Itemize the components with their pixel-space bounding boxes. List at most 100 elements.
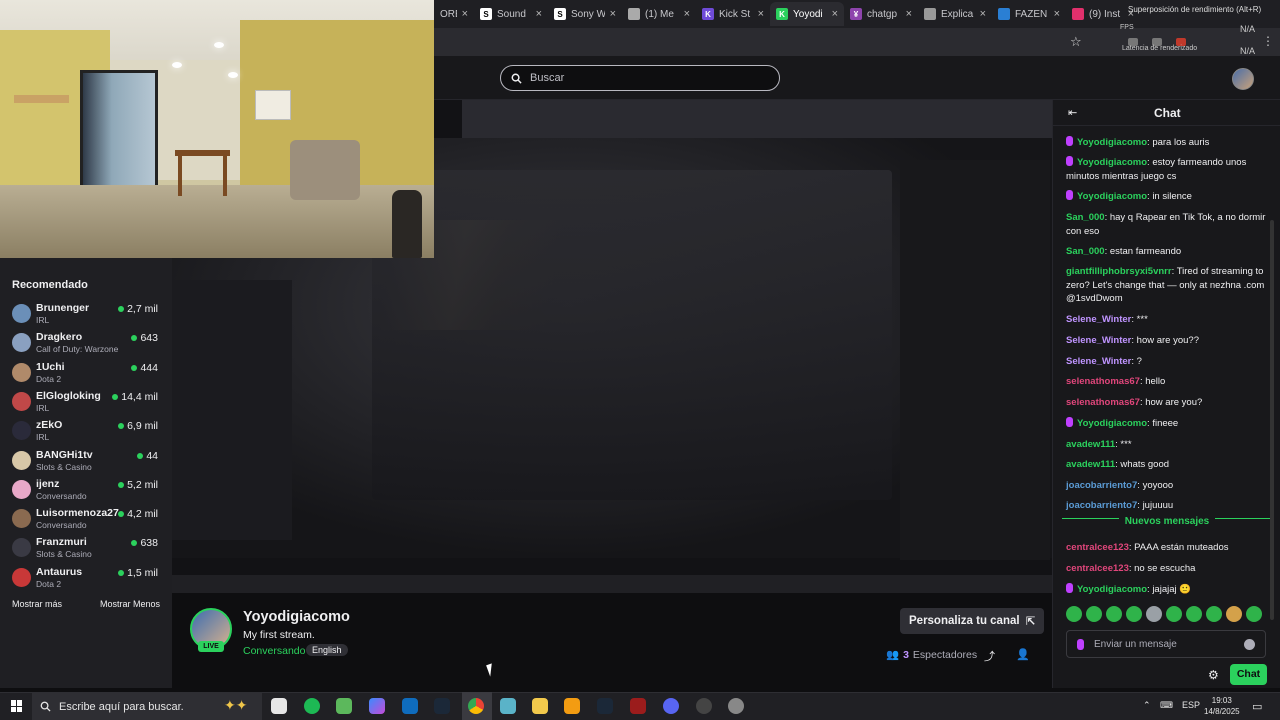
emote-icon[interactable] [1066,606,1082,622]
copilot-sparkle-icon[interactable]: ✦✦ [224,697,247,714]
external-link-icon: ⇱ [1025,616,1036,628]
chat-username[interactable]: giantfilliphobrsyxi5vnrr [1066,266,1172,277]
adobe-illustrator-icon[interactable] [630,698,646,714]
chat-input[interactable]: Enviar un mensaje [1066,630,1266,658]
sidebar-channel-item[interactable]: Luisormenoza27 Conversando 4,2 mil [0,504,172,533]
chat-username[interactable]: selenathomas67 [1066,376,1140,387]
emote-icon[interactable] [1226,606,1242,622]
chat-username[interactable]: San_000 [1066,246,1105,257]
emote-icon[interactable] [1086,606,1102,622]
tray-chevron-icon[interactable]: ⌃ [1143,700,1151,711]
emote-icon[interactable] [1126,606,1142,622]
webcam-light [172,62,182,68]
browser-tab[interactable]: S Sound × [474,2,548,26]
emote-picker-icon[interactable] [1244,639,1255,650]
emote-icon[interactable] [1246,606,1262,622]
chat-username[interactable]: Selene_Winter [1066,335,1131,346]
chat-username[interactable]: San_000 [1066,212,1105,223]
chat-settings-gear-icon[interactable]: ⚙ [1208,668,1219,682]
collapse-chat-icon[interactable]: ⇤ [1068,106,1077,119]
taskbar-clock[interactable]: 19:03 14/8/2025 [1204,695,1240,717]
notifications-icon[interactable]: ▭ [1252,700,1262,713]
sidebar-channel-item[interactable]: Brunenger IRL 2,7 mil [0,299,172,328]
user-avatar[interactable] [1232,68,1254,90]
user-card-icon[interactable]: 👤 [1016,648,1030,661]
tab-close-icon[interactable]: × [980,8,986,20]
chat-username[interactable]: Yoyodigiacomo [1077,191,1147,202]
language-tag[interactable]: English [306,644,348,656]
tab-close-icon[interactable]: × [758,8,764,20]
obs-icon[interactable] [696,698,712,714]
send-chat-button[interactable]: Chat [1230,664,1267,685]
file-explorer-icon[interactable] [532,698,548,714]
sidebar-channel-item[interactable]: 1Uchi Dota 2 444 [0,358,172,387]
spotify-icon[interactable] [304,698,320,714]
sidebar-channel-item[interactable]: zEkO IRL 6,9 mil [0,416,172,445]
chat-username[interactable]: selenathomas67 [1066,397,1140,408]
copilot-app-icon[interactable] [369,698,385,714]
chat-username[interactable]: centralcee123 [1066,563,1129,574]
browser-tab[interactable]: Explica × [918,2,992,26]
sidebar-channel-item[interactable]: Dragkero Call of Duty: Warzone 643 [0,328,172,357]
browser-tab[interactable]: FAZEN × [992,2,1066,26]
chat-username[interactable]: Selene_Winter [1066,314,1131,325]
emote-icon[interactable] [1166,606,1182,622]
emote-icon[interactable] [1186,606,1202,622]
chat-username[interactable]: joacobarriento7 [1066,500,1137,511]
show-more-link[interactable]: Mostrar más [12,599,62,609]
brave-icon[interactable] [564,698,580,714]
tab-close-icon[interactable]: × [462,8,468,20]
chat-username[interactable]: Yoyodigiacomo [1077,137,1147,148]
emote-icon[interactable] [1206,606,1222,622]
tab-close-icon[interactable]: × [906,8,912,20]
browser-tab[interactable]: ORE × [434,2,474,26]
discord-icon[interactable] [663,698,679,714]
sidebar-channel-item[interactable]: ElGlogloking IRL 14,4 mil [0,387,172,416]
sidebar-channel-item[interactable]: BANGHi1tv Slots & Casino 44 [0,446,172,475]
sidebar-channel-item[interactable]: ijenz Conversando 5,2 mil [0,475,172,504]
windows-start-icon[interactable] [11,700,23,712]
browser-tab[interactable]: K Kick St × [696,2,770,26]
chat-username[interactable]: avadew111 [1066,439,1115,450]
outlook-icon[interactable] [402,698,418,714]
emote-icon[interactable] [1146,606,1162,622]
tab-close-icon[interactable]: × [832,8,838,20]
keyboard-icon[interactable]: ⌨ [1160,700,1173,711]
emote-icon[interactable] [1106,606,1122,622]
chat-username[interactable]: centralcee123 [1066,542,1129,553]
tab-close-icon[interactable]: × [684,8,690,20]
chat-username[interactable]: Selene_Winter [1066,356,1131,367]
share-icon[interactable]: ⤴ [984,648,995,664]
chat-username[interactable]: Yoyodigiacomo [1077,157,1147,168]
chat-username[interactable]: Yoyodigiacomo [1077,584,1147,595]
tab-close-icon[interactable]: × [536,8,542,20]
browser-tab[interactable]: K Yoyodi × [770,2,844,26]
steam-icon-2[interactable] [597,698,613,714]
sidebar-channel-item[interactable]: Antaurus Dota 2 1,5 mil [0,563,172,592]
stream-category[interactable]: Conversando [243,645,305,657]
tab-close-icon[interactable]: × [610,8,616,20]
task-view-icon[interactable] [271,698,287,714]
steam-icon[interactable] [434,698,450,714]
chat-username[interactable]: joacobarriento7 [1066,480,1137,491]
customize-channel-button[interactable]: Personaliza tu canal ⇱ [900,608,1045,634]
browser-tab[interactable]: S Sony W × [548,2,622,26]
chat-scrollbar[interactable] [1270,220,1274,620]
browser-menu-icon[interactable]: ⋮ [1262,34,1274,48]
search-input[interactable]: Buscar [500,65,780,91]
bookmark-star-icon[interactable]: ☆ [1070,34,1082,50]
sidebar-channel-item[interactable]: Franzmuri Slots & Casino 638 [0,533,172,562]
channel-name[interactable]: Yoyodigiacomo [243,609,350,625]
input-language[interactable]: ESP [1182,700,1200,710]
show-less-link[interactable]: Mostrar Menos [100,599,160,609]
chrome-icon[interactable] [468,698,484,714]
xbox-app-icon[interactable] [336,698,352,714]
browser-tab[interactable]: ¥ chatgp × [844,2,918,26]
app-icon[interactable] [500,698,516,714]
tab-close-icon[interactable]: × [1054,8,1060,20]
settings-gear-icon[interactable] [728,698,744,714]
chat-username[interactable]: Yoyodigiacomo [1077,418,1147,429]
chat-username[interactable]: avadew111 [1066,459,1115,470]
browser-tab[interactable]: (1) Me × [622,2,696,26]
new-messages-divider[interactable]: Nuevos mensajes [1062,516,1272,534]
